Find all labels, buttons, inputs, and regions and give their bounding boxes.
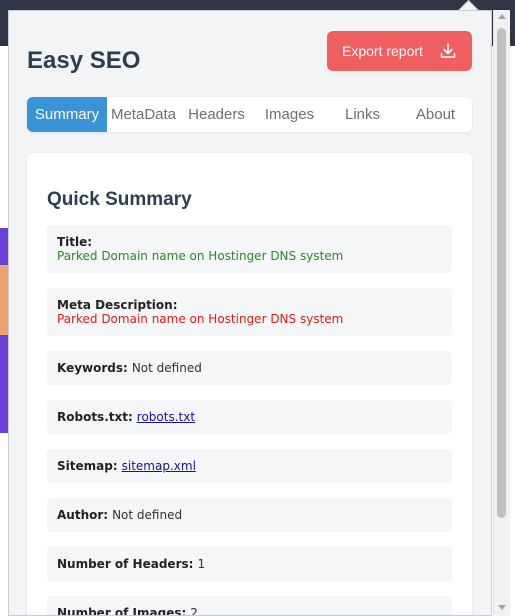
robots-label: Robots.txt: [57, 410, 133, 424]
robots-link[interactable]: robots.txt [137, 410, 195, 424]
keywords-value: Not defined [131, 361, 202, 375]
meta-description-label: Meta Description: [57, 298, 178, 312]
sitemap-link[interactable]: sitemap.xml [122, 459, 196, 473]
scroll-up-arrow-icon[interactable] [498, 14, 506, 19]
images-count-label: Number of Images: [57, 606, 187, 616]
title-row: Title: Parked Domain name on Hostinger D… [47, 225, 452, 273]
tab-images[interactable]: Images [253, 97, 326, 132]
tab-metadata[interactable]: MetaData [107, 97, 180, 132]
robots-row: Robots.txt: robots.txt [47, 400, 452, 434]
summary-heading: Quick Summary [47, 189, 192, 210]
popup-scrollbar[interactable] [493, 10, 510, 616]
sitemap-label: Sitemap: [57, 459, 118, 473]
app-title: Easy SEO [27, 47, 141, 74]
keywords-row: Keywords: Not defined [47, 351, 452, 385]
download-icon [439, 42, 457, 60]
images-count-value: 2 [190, 606, 198, 616]
headers-count-label: Number of Headers: [57, 557, 194, 571]
title-value: Parked Domain name on Hostinger DNS syst… [57, 249, 344, 263]
meta-description-value: Parked Domain name on Hostinger DNS syst… [57, 312, 344, 326]
meta-description-row: Meta Description: Parked Domain name on … [47, 288, 452, 336]
tab-bar: Summary MetaData Headers Images Links Ab… [27, 97, 472, 132]
scrollbar-thumb[interactable] [497, 28, 506, 518]
scroll-down-arrow-icon[interactable] [498, 605, 506, 610]
keywords-label: Keywords: [57, 361, 128, 375]
author-row: Author: Not defined [47, 498, 452, 532]
tab-about[interactable]: About [399, 97, 472, 132]
author-label: Author: [57, 508, 109, 522]
export-report-button[interactable]: Export report [327, 31, 472, 71]
summary-card: Quick Summary Title: Parked Domain name … [27, 153, 472, 616]
headers-count-value: 1 [197, 557, 206, 571]
sitemap-row: Sitemap: sitemap.xml [47, 449, 452, 483]
extension-popup: Easy SEO Export report Summary MetaData … [8, 10, 492, 616]
tab-summary[interactable]: Summary [27, 97, 107, 132]
tab-links[interactable]: Links [326, 97, 399, 132]
title-label: Title: [57, 235, 93, 249]
tab-headers[interactable]: Headers [180, 97, 253, 132]
background-page-illustration-accent [0, 265, 8, 335]
headers-count-row: Number of Headers: 1 [47, 547, 452, 581]
export-report-label: Export report [342, 43, 423, 59]
images-count-row: Number of Images: 2 [47, 596, 452, 616]
author-value: Not defined [112, 508, 183, 522]
